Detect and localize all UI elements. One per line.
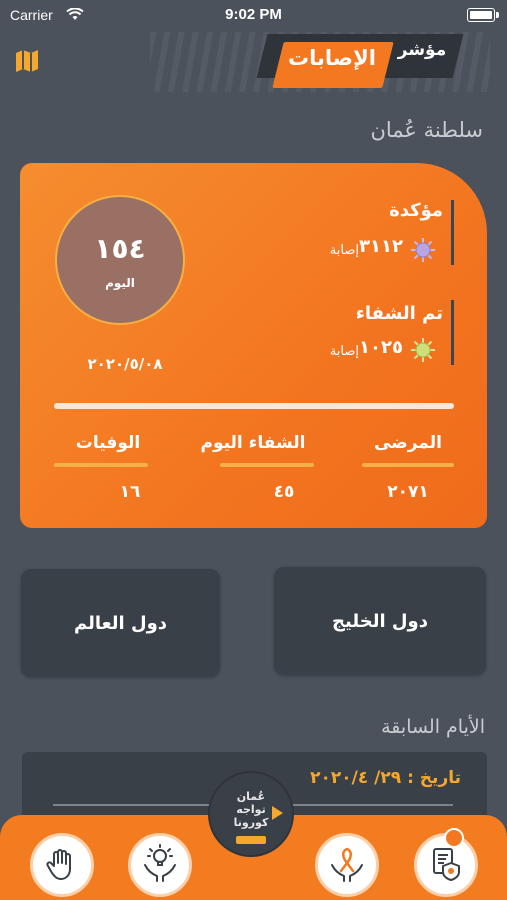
nav-support-button[interactable] <box>315 833 379 897</box>
logo-arrow-icon <box>272 806 283 820</box>
recovered-today-value: ٤٥ <box>273 482 295 502</box>
patients-value: ٢٠٧١ <box>387 482 429 502</box>
page-subtitle: مؤشر <box>397 40 447 60</box>
confirmed-divider <box>451 200 454 265</box>
nav-hand-stop-button[interactable] <box>30 833 94 897</box>
deaths-value: ١٦ <box>119 482 141 502</box>
battery-icon <box>467 8 499 22</box>
notification-dot <box>444 828 464 848</box>
patients-label: المرضى <box>374 433 442 453</box>
country-title: سلطنة عُمان <box>370 118 483 142</box>
confirmed-value: ٣١١٢ <box>359 236 403 257</box>
recovered-unit: إصابة <box>329 344 359 359</box>
nav-awareness-button[interactable] <box>128 833 192 897</box>
map-icon[interactable] <box>14 48 40 74</box>
virus-recovered-icon <box>410 337 436 367</box>
recovered-divider <box>451 300 454 365</box>
recovered-today-label: الشفاء اليوم <box>200 433 306 453</box>
deaths-underline <box>54 463 148 467</box>
ribbon-hands-icon <box>327 843 367 887</box>
days-number: ١٥٤ <box>94 232 146 265</box>
summary-divider <box>54 403 454 409</box>
recovered-value: ١٠٢٥ <box>359 337 403 358</box>
status-bar: Carrier 9:02 PM <box>0 0 507 30</box>
world-countries-button[interactable]: دول العالم <box>21 569 220 677</box>
page-title: الإصابات <box>288 46 376 70</box>
clock: 9:02 PM <box>225 6 282 23</box>
document-shield-icon <box>426 843 466 887</box>
gulf-countries-button[interactable]: دول الخليج <box>274 567 486 675</box>
days-label: اليوم <box>105 276 135 290</box>
confirmed-label: مؤكدة <box>389 200 443 221</box>
patients-underline <box>362 463 454 467</box>
idea-hands-icon <box>140 843 180 887</box>
confirmed-unit: إصابة <box>329 243 359 258</box>
previous-days-title: الأيام السابقة <box>381 716 485 738</box>
logo-tag <box>236 836 266 844</box>
deaths-label: الوفيات <box>75 433 141 453</box>
recovered-label: تم الشفاء <box>355 303 443 324</box>
virus-icon <box>410 237 436 267</box>
previous-day-date: تاريخ : ٢٩/ ٢٠٢٠/٤ <box>310 768 461 788</box>
recovered-today-underline <box>220 463 314 467</box>
hand-stop-icon <box>42 843 82 887</box>
summary-date: ٢٠٢٠/٥/٠٨ <box>87 355 163 373</box>
